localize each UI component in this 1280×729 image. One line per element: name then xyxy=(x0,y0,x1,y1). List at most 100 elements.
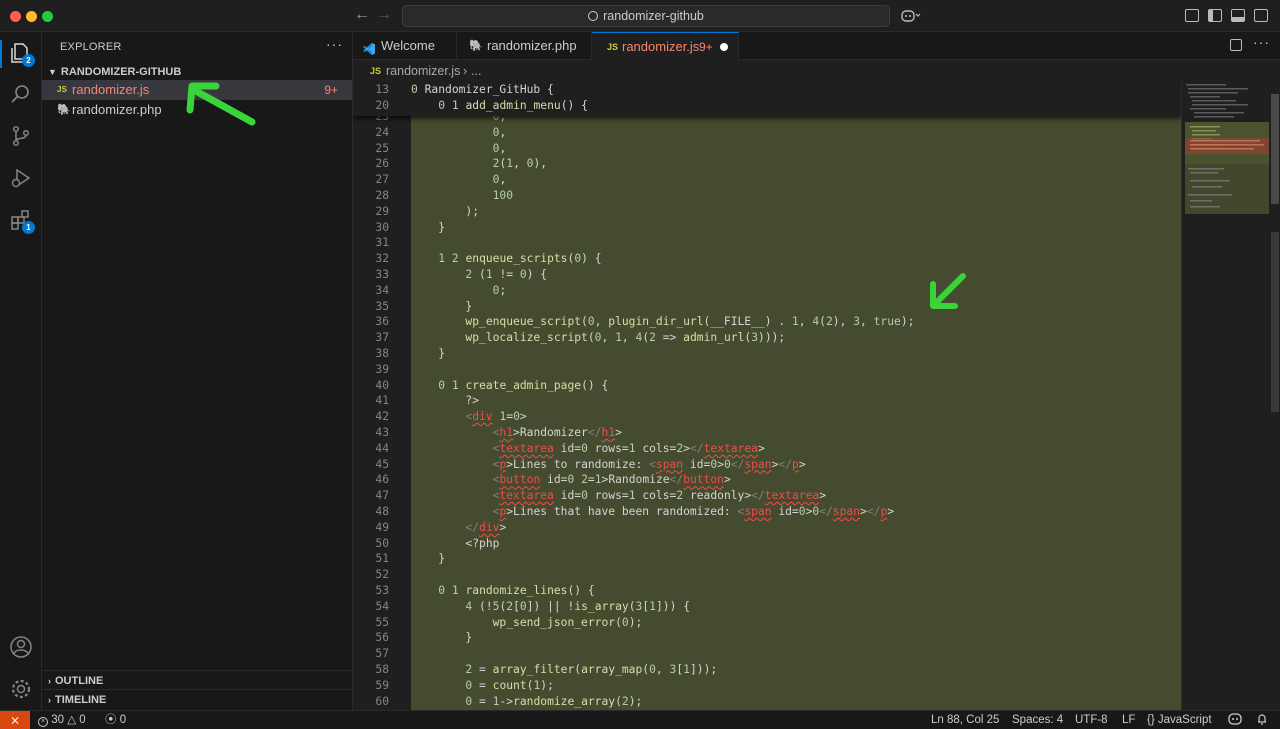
cursor-position[interactable]: Ln 88, Col 25 xyxy=(931,711,999,729)
tab-welcome[interactable]: Welcome xyxy=(353,32,457,60)
code-line[interactable]: 47 <textarea id=0 rows=1 cols=2 readonly… xyxy=(353,488,1181,504)
code-text: <button id=0 2=1>Randomize</button> xyxy=(492,473,731,487)
customize-layout-icon[interactable] xyxy=(1185,9,1199,22)
file-item-randomizer-php[interactable]: 🐘 randomizer.php xyxy=(42,100,352,120)
code-line[interactable]: 50 <?php xyxy=(353,536,1181,552)
language-mode[interactable]: {} JavaScript xyxy=(1147,711,1212,729)
encoding-status[interactable]: UTF-8 xyxy=(1075,711,1108,729)
code-line[interactable]: 29 ); xyxy=(353,204,1181,220)
code-editor[interactable]: 23 0, 24 0, 25 0, 26 2(1, 0), 27 0, 28 100 29 … xyxy=(353,82,1181,710)
line-number: 31 xyxy=(375,236,389,250)
minimap[interactable] xyxy=(1181,82,1271,710)
code-line[interactable]: 45 <p>Lines to randomize: <span id=0>0</… xyxy=(353,457,1181,473)
code-line[interactable]: 38 } xyxy=(353,346,1181,362)
code-line[interactable]: 43 <h1>Randomizer</h1> xyxy=(353,425,1181,441)
copilot-status-icon[interactable] xyxy=(1228,711,1242,729)
workspace-folder[interactable]: ▼ RANDOMIZER-GITHUB xyxy=(42,62,352,82)
line-number: 28 xyxy=(375,189,389,202)
code-line[interactable]: 37 wp_localize_script(0, 1, 4(2 => admin… xyxy=(353,330,1181,346)
forward-arrow-icon[interactable]: → xyxy=(376,6,392,24)
code-line[interactable]: 39 xyxy=(353,362,1181,378)
toggle-panel-icon[interactable] xyxy=(1231,9,1245,22)
code-line[interactable]: 31 xyxy=(353,235,1181,251)
run-and-debug-icon[interactable] xyxy=(9,166,33,190)
code-line[interactable]: 36 wp_enqueue_script(0, plugin_dir_url(_… xyxy=(353,314,1181,330)
minimize-window-button[interactable] xyxy=(26,11,37,22)
tab-randomizer-php[interactable]: 🐘 randomizer.php xyxy=(457,32,592,60)
scrollbar-thumb[interactable] xyxy=(1271,94,1279,204)
vertical-scrollbar[interactable] xyxy=(1270,82,1280,710)
code-line[interactable]: 55 wp_send_json_error(0); xyxy=(353,615,1181,631)
code-line[interactable]: 57 xyxy=(353,646,1181,662)
code-line[interactable]: 41 ?> xyxy=(353,393,1181,409)
code-text: wp_send_json_error(0); xyxy=(492,615,643,629)
code-line[interactable]: 26 2(1, 0), xyxy=(353,156,1181,172)
code-line[interactable]: 40 0 1 create_admin_page() { xyxy=(353,378,1181,394)
back-arrow-icon[interactable]: ← xyxy=(354,6,370,24)
unsaved-dot-icon[interactable] xyxy=(720,43,728,51)
tab-randomizer-js[interactable]: JS randomizer.js 9+ xyxy=(592,32,739,60)
code-line[interactable]: 53 0 1 randomize_lines() { xyxy=(353,583,1181,599)
command-center-search[interactable]: randomizer-github xyxy=(402,5,890,27)
code-line[interactable]: 25 0, xyxy=(353,141,1181,157)
breadcrumb-file[interactable]: randomizer.js xyxy=(386,60,460,82)
code-text: </div> xyxy=(465,520,507,534)
code-line[interactable]: 52 xyxy=(353,567,1181,583)
code-line[interactable]: 56 } xyxy=(353,630,1181,646)
remote-indicator[interactable]: ⨯ xyxy=(0,711,30,729)
code-line[interactable]: 32 1 2 enqueue_scripts(0) { xyxy=(353,251,1181,267)
manage-gear-icon[interactable] xyxy=(9,677,33,701)
code-text: 0, xyxy=(492,173,507,187)
sticky-scroll[interactable]: 13 0 Randomizer_GitHub {20 0 1 add_admin_… xyxy=(353,82,1181,116)
code-line[interactable]: 24 0, xyxy=(353,125,1181,141)
more-actions-icon[interactable]: ··· xyxy=(326,36,343,52)
code-line[interactable]: 20 0 1 add_admin_menu() { xyxy=(353,98,1181,114)
file-item-randomizer-js[interactable]: JS randomizer.js 9+ xyxy=(42,80,352,100)
indentation-status[interactable]: Spaces: 4 xyxy=(1012,711,1063,729)
eol-status[interactable]: LF xyxy=(1122,711,1135,729)
code-line[interactable]: 34 0; xyxy=(353,283,1181,299)
code-line[interactable]: 27 0, xyxy=(353,172,1181,188)
warning-count: 0 xyxy=(79,714,86,726)
code-text: <p>Lines to randomize: <span id=0>0</spa… xyxy=(492,457,806,471)
copilot-icon[interactable] xyxy=(901,9,921,23)
timeline-section[interactable]: › TIMELINE xyxy=(42,689,352,709)
breadcrumb-symbol[interactable]: ... xyxy=(471,60,481,82)
notifications-bell-icon[interactable] xyxy=(1256,711,1268,729)
search-icon[interactable] xyxy=(9,82,33,106)
code-line[interactable]: 33 2 (1 != 0) { xyxy=(353,267,1181,283)
warning-icon: △ xyxy=(67,714,77,726)
line-number: 13 xyxy=(375,83,389,96)
code-line[interactable]: 54 4 (!5(2[0]) || !is_array(3[1])) { xyxy=(353,599,1181,615)
code-text: 0, xyxy=(492,125,507,139)
code-line[interactable]: 42 <div 1=0> xyxy=(353,409,1181,425)
code-line[interactable]: 60 0 = 1->randomize_array(2); xyxy=(353,694,1181,710)
more-actions-icon[interactable]: ··· xyxy=(1253,34,1270,50)
problems-status[interactable]: × 30 △ 0 xyxy=(38,711,86,729)
code-line[interactable]: 49 </div> xyxy=(353,520,1181,536)
split-editor-icon[interactable] xyxy=(1230,39,1242,51)
code-line[interactable]: 30 } xyxy=(353,220,1181,236)
line-number: 53 xyxy=(375,584,389,597)
code-line[interactable]: 48 <p>Lines that have been randomized: <… xyxy=(353,504,1181,520)
code-line[interactable]: 46 <button id=0 2=1>Randomize</button> xyxy=(353,472,1181,488)
error-count: 30 xyxy=(51,714,64,726)
account-icon[interactable] xyxy=(9,635,33,659)
outline-section[interactable]: › OUTLINE xyxy=(42,670,352,690)
maximize-window-button[interactable] xyxy=(42,11,53,22)
code-text: 0; xyxy=(492,283,507,297)
code-line[interactable]: 51 } xyxy=(353,551,1181,567)
code-text: 2 (1 != 0) { xyxy=(465,268,548,281)
close-window-button[interactable] xyxy=(10,11,21,22)
code-line[interactable]: 59 0 = count(1); xyxy=(353,678,1181,694)
toggle-primary-sidebar-icon[interactable] xyxy=(1208,9,1222,22)
breadcrumb: JS randomizer.js › ... xyxy=(353,60,1280,82)
toggle-secondary-sidebar-icon[interactable] xyxy=(1254,9,1268,22)
code-line[interactable]: 28 100 xyxy=(353,188,1181,204)
ports-status[interactable]: ⦿ 0 xyxy=(105,711,126,729)
code-line[interactable]: 58 2 = array_filter(array_map(0, 3[1])); xyxy=(353,662,1181,678)
code-line[interactable]: 13 0 Randomizer_GitHub { xyxy=(353,82,1181,98)
source-control-icon[interactable] xyxy=(9,124,33,148)
code-line[interactable]: 35 } xyxy=(353,299,1181,315)
code-line[interactable]: 44 <textarea id=0 rows=1 cols=2></textar… xyxy=(353,441,1181,457)
